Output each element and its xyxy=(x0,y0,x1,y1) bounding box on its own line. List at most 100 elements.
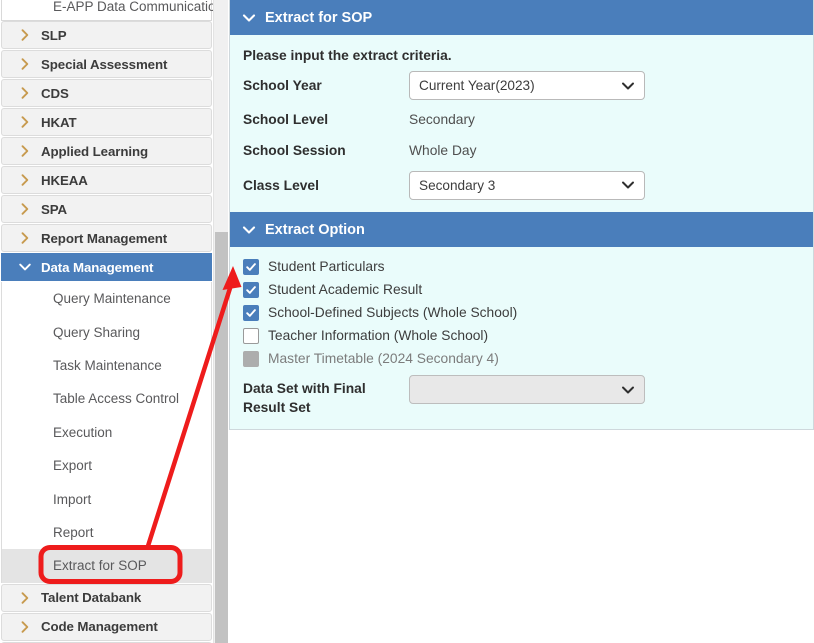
sidebar-item-talent-databank[interactable]: Talent Databank xyxy=(1,583,212,612)
extract-for-sop-panel-header[interactable]: Extract for SOP xyxy=(230,0,813,35)
chevron-right-icon xyxy=(21,591,29,604)
checkbox-student-particulars[interactable] xyxy=(243,258,259,275)
school-year-label: School Year xyxy=(243,78,322,93)
criteria-instruction-text: Please input the extract criteria. xyxy=(243,48,452,63)
panel-title: Extract Option xyxy=(265,221,365,238)
extract-option-row-master-timetable-2024-secondary-4: Master Timetable (2024 Secondary 4) xyxy=(243,348,813,369)
chevron-down-icon xyxy=(622,386,634,393)
field-row-data-set-final-result: Data Set with Final Result Set xyxy=(230,371,813,417)
sidebar-item-label: E-APP Data Communication xyxy=(53,0,213,14)
extract-option-panel: Extract Option Student Particulars Studen… xyxy=(229,212,814,430)
field-row-school-year: School Year Current Year(2023) xyxy=(230,67,813,104)
sidebar-subitem-query-sharing[interactable]: Query Sharing xyxy=(1,315,212,349)
school-level-value: Secondary xyxy=(409,112,475,127)
class-level-value: Secondary 3 xyxy=(419,177,496,193)
sidebar-item-code-management[interactable]: Code Management xyxy=(1,612,212,641)
chevron-right-icon xyxy=(21,58,29,70)
sidebar-subitem-label: Table Access Control xyxy=(53,391,180,407)
sidebar-scrollbar-track[interactable] xyxy=(213,0,228,643)
field-row-class-level: Class Level Secondary 3 xyxy=(230,166,813,204)
chevron-right-icon xyxy=(21,87,29,99)
chevron-right-icon xyxy=(21,232,29,244)
data-set-final-result-select[interactable] xyxy=(409,375,645,404)
sidebar-subitem-label: Import xyxy=(53,491,92,507)
sidebar-subitem-label: Execution xyxy=(53,424,113,440)
chevron-right-icon xyxy=(21,620,29,633)
extract-option-row-teacher-information-whole-school[interactable]: Teacher Information (Whole School) xyxy=(243,325,813,346)
sidebar-item-label: Code Management xyxy=(41,619,158,635)
field-row-school-session: School Session Whole Day xyxy=(230,135,813,166)
sidebar-item-hkeaa[interactable]: HKEAA xyxy=(1,166,212,194)
extract-option-row-student-academic-result[interactable]: Student Academic Result xyxy=(243,279,813,300)
panel-title: Extract for SOP xyxy=(265,9,373,26)
checkbox-teacher-information-whole-school[interactable] xyxy=(243,327,259,344)
chevron-down-icon xyxy=(19,263,31,271)
class-level-label: Class Level xyxy=(243,177,319,193)
sidebar-item-label: Data Management xyxy=(41,259,154,275)
sidebar-item-label: Special Assessment xyxy=(41,56,168,72)
extract-option-panel-header[interactable]: Extract Option xyxy=(230,212,813,247)
sidebar-subitem-task-maintenance[interactable]: Task Maintenance xyxy=(1,348,212,383)
checkbox-school-defined-subjects-whole-school[interactable] xyxy=(243,304,259,321)
chevron-down-icon xyxy=(622,82,634,89)
sidebar-subitem-label: Query Maintenance xyxy=(53,291,171,307)
sidebar-subitem-query-maintenance[interactable]: Query Maintenance xyxy=(1,282,212,316)
chevron-right-icon xyxy=(21,145,29,157)
sidebar-subitem-extract-for-sop[interactable]: Extract for SOP xyxy=(1,549,212,583)
check-icon xyxy=(246,285,256,294)
left-navigation-sidebar: E-APP Data Communication SLP Special Asse… xyxy=(0,0,213,643)
extract-for-sop-panel-body: Please input the extract criteria. Schoo… xyxy=(230,35,813,212)
sidebar-item-data-management[interactable]: Data Management xyxy=(1,253,212,281)
label-line-2: Result Set xyxy=(243,400,311,415)
extract-option-panel-body: Student Particulars Student Academic Resu… xyxy=(230,247,813,430)
sidebar-item-label: SLP xyxy=(41,27,67,43)
chevron-right-icon xyxy=(21,29,29,41)
sidebar-item-eapp-data-communication[interactable]: E-APP Data Communication xyxy=(1,0,213,21)
sidebar-subitem-label: Report xyxy=(53,524,94,540)
check-icon xyxy=(246,262,256,271)
sidebar-item-applied-learning[interactable]: Applied Learning xyxy=(1,137,212,165)
sidebar-item-report-management[interactable]: Report Management xyxy=(1,224,212,252)
sidebar-subitem-table-access-control[interactable]: Table Access Control xyxy=(1,382,212,416)
sidebar-subitem-execution[interactable]: Execution xyxy=(1,415,212,449)
checkbox-label: Student Academic Result xyxy=(268,282,423,297)
sidebar-item-slp[interactable]: SLP xyxy=(1,21,212,49)
checkbox-label: Master Timetable (2024 Secondary 4) xyxy=(268,351,499,366)
extract-option-row-school-defined-subjects-whole-school[interactable]: School-Defined Subjects (Whole School) xyxy=(243,302,813,323)
sidebar-submenu-data-management: Query Maintenance Query Sharing Task Maint… xyxy=(0,282,213,583)
sidebar-item-label: SPA xyxy=(41,201,68,217)
extract-for-sop-panel: Extract for SOP Please input the extract… xyxy=(229,0,814,212)
sidebar-item-cds[interactable]: CDS xyxy=(1,79,212,107)
class-level-select[interactable]: Secondary 3 xyxy=(409,170,645,200)
chevron-right-icon xyxy=(21,116,29,128)
checkbox-label: School-Defined Subjects (Whole School) xyxy=(268,305,518,320)
sidebar-subitem-report[interactable]: Report xyxy=(1,515,212,550)
sidebar-item-label: Talent Databank xyxy=(41,590,142,606)
main-content-area: Extract for SOP Please input the extract… xyxy=(229,0,814,643)
sidebar-group-list-bottom: Talent Databank Code Management xyxy=(0,583,213,641)
field-row-school-level: School Level Secondary xyxy=(230,104,813,135)
sidebar-item-hkat[interactable]: HKAT xyxy=(1,108,212,136)
chevron-down-icon xyxy=(622,181,634,189)
sidebar-item-special-assessment[interactable]: Special Assessment xyxy=(1,50,212,78)
checkbox-label: Student Particulars xyxy=(268,259,385,274)
checkbox-label: Teacher Information (Whole School) xyxy=(268,328,489,343)
checkbox-master-timetable-2024-secondary-4 xyxy=(243,350,259,367)
chevron-right-icon xyxy=(21,174,29,186)
sidebar-subitem-import[interactable]: Import xyxy=(1,482,212,516)
chevron-down-icon xyxy=(242,225,256,234)
school-session-label: School Session xyxy=(243,143,346,158)
chevron-down-icon xyxy=(242,13,256,22)
extract-option-row-student-particulars[interactable]: Student Particulars xyxy=(243,256,813,277)
data-set-final-result-label: Data Set with Final Result Set xyxy=(243,375,409,417)
school-year-value: Current Year(2023) xyxy=(419,78,535,93)
sidebar-item-spa[interactable]: SPA xyxy=(1,195,212,223)
sidebar-subitem-export[interactable]: Export xyxy=(1,448,212,483)
sidebar-item-label: CDS xyxy=(41,85,69,101)
checkbox-student-academic-result[interactable] xyxy=(243,281,259,298)
sidebar-scrollbar-thumb[interactable] xyxy=(215,232,228,643)
sidebar-item-label: HKEAA xyxy=(41,172,88,188)
check-icon xyxy=(246,308,256,317)
sidebar-subitem-label: Task Maintenance xyxy=(53,357,162,373)
school-year-select[interactable]: Current Year(2023) xyxy=(409,71,645,100)
